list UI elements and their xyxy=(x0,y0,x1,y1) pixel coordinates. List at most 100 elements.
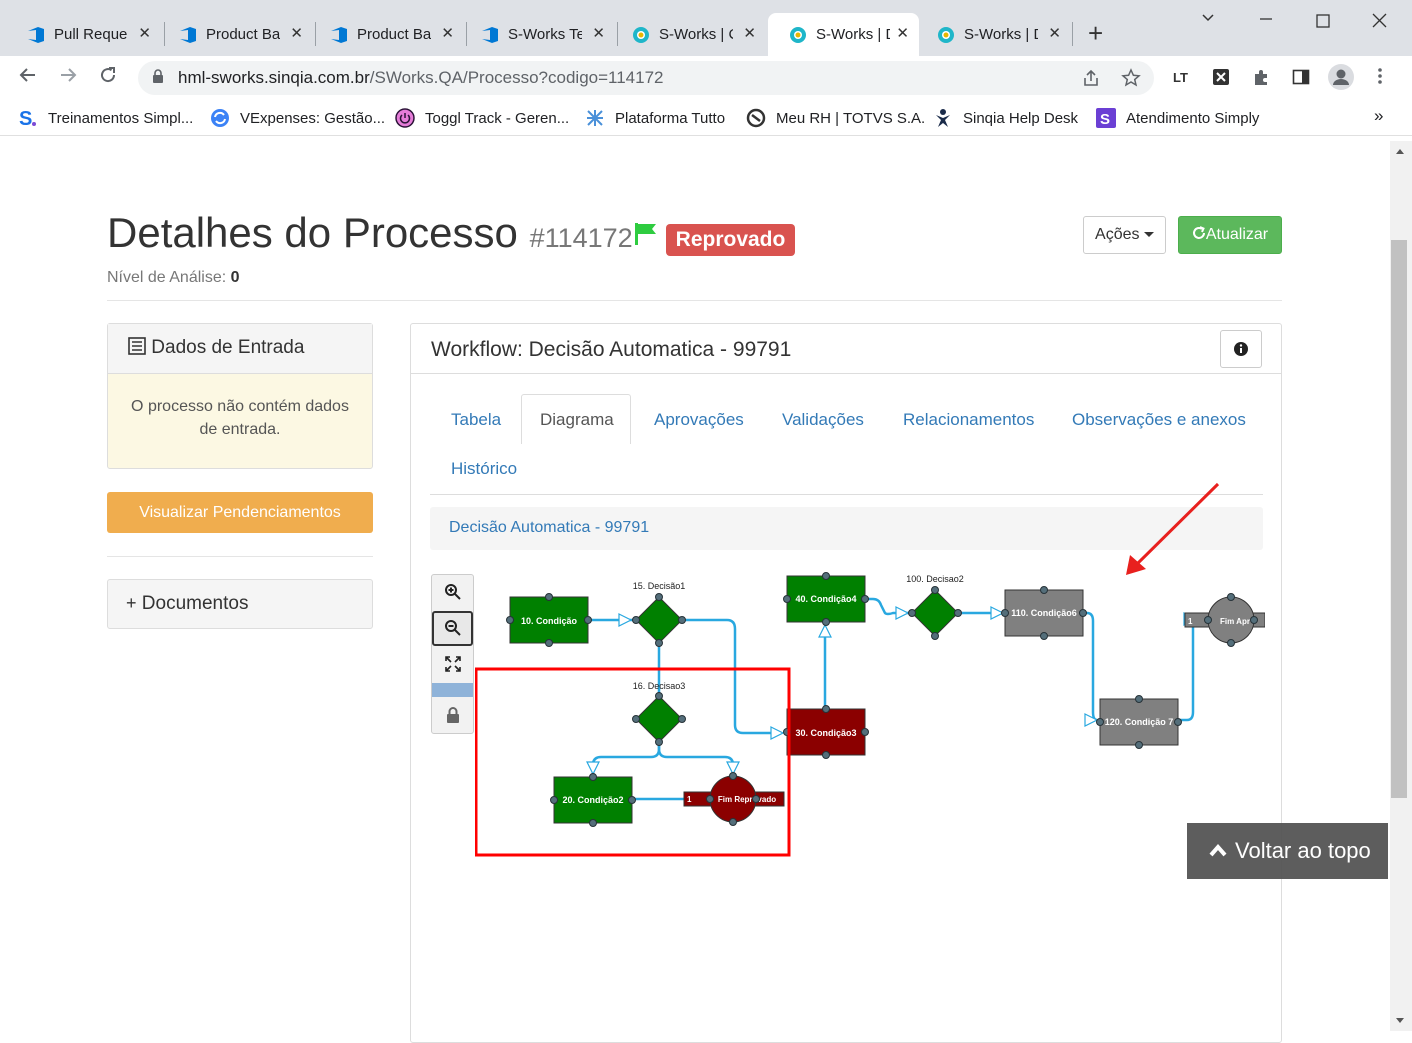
arrowhead xyxy=(586,761,600,776)
bookmark-star-icon[interactable] xyxy=(1121,68,1141,88)
new-tab-plus-icon[interactable]: + xyxy=(1088,20,1103,46)
atualizar-button[interactable]: Atualizar xyxy=(1178,216,1282,254)
extension-x-icon[interactable] xyxy=(1212,68,1230,91)
browser-toolbar: hml-sworks.sinqia.com.br/SWorks.QA/Proce… xyxy=(0,56,1412,100)
node-20-condicao2[interactable]: 20. Condição2 xyxy=(553,776,633,824)
arrowhead xyxy=(618,613,633,627)
scroll-up-arrow-icon[interactable] xyxy=(1395,147,1405,155)
side-panel-icon[interactable] xyxy=(1292,68,1310,91)
simply-square-icon: S xyxy=(1096,108,1116,128)
node-prefix: 1 xyxy=(1188,617,1193,626)
close-icon[interactable]: ✕ xyxy=(138,24,151,42)
azure-devops-icon xyxy=(180,26,196,43)
node-fim-reprovado[interactable]: 1 Fim Reprovado xyxy=(683,775,785,823)
close-icon[interactable]: ✕ xyxy=(592,24,605,42)
maximize-icon[interactable] xyxy=(1316,12,1330,33)
dados-entrada-title: Dados de Entrada xyxy=(151,337,305,358)
bookmarks-overflow[interactable]: » xyxy=(1374,106,1383,126)
url-text: hml-sworks.sinqia.com.br/SWorks.QA/Proce… xyxy=(178,68,664,88)
node-30-condicao3[interactable]: 30. Condição3 xyxy=(786,708,866,756)
tab-aprovacoes[interactable]: Aprovações xyxy=(654,410,744,430)
toolbar-separator xyxy=(432,683,473,697)
close-icon[interactable]: ✕ xyxy=(1048,24,1061,42)
acoes-label: Ações xyxy=(1095,226,1140,243)
close-icon[interactable]: ✕ xyxy=(743,24,756,42)
info-button[interactable] xyxy=(1220,330,1262,368)
edge-16-to-fim-reprovado xyxy=(657,739,735,774)
zoom-out-icon[interactable] xyxy=(432,611,473,646)
documentos-panel[interactable]: + Documentos xyxy=(107,579,373,629)
node-110-condicao6[interactable]: 110. Condição6 xyxy=(1004,589,1084,637)
scrollbar-thumb[interactable] xyxy=(1391,240,1407,798)
node-label: 30. Condição3 xyxy=(795,728,856,738)
bookmark-helpdesk[interactable]: Sinqia Help Desk xyxy=(933,108,1078,128)
workflow-breadcrumb-link[interactable]: Decisão Automatica - 99791 xyxy=(449,519,649,537)
plus-icon: + xyxy=(126,593,137,613)
tab-search-chevron-icon[interactable] xyxy=(1200,10,1216,31)
address-bar[interactable]: hml-sworks.sinqia.com.br/SWorks.QA/Proce… xyxy=(138,61,1154,95)
close-icon[interactable]: ✕ xyxy=(290,24,303,42)
share-icon[interactable] xyxy=(1082,69,1100,87)
voltar-ao-topo-button[interactable]: Voltar ao topo xyxy=(1187,823,1388,879)
tab-validacoes[interactable]: Validações xyxy=(782,410,864,430)
bookmark-label: Atendimento Simply xyxy=(1126,109,1260,127)
dados-entrada-panel: Dados de Entrada O processo não contém d… xyxy=(107,323,373,469)
browser-tab-3[interactable]: Product Ba ✕ xyxy=(309,13,464,56)
browser-tab-label: Product Ba xyxy=(206,26,280,43)
browser-tab-5[interactable]: S-Works | C ✕ xyxy=(611,13,766,56)
profile-avatar-icon[interactable] xyxy=(1328,64,1354,95)
kebab-menu-icon[interactable] xyxy=(1376,66,1384,91)
window-close-icon[interactable] xyxy=(1372,12,1387,33)
svg-text:S: S xyxy=(19,108,32,128)
dados-entrada-message: O processo não contém dados de entrada. xyxy=(131,398,349,438)
node-15-decisao1[interactable] xyxy=(635,596,683,644)
browser-tab-2[interactable]: Product Ba ✕ xyxy=(158,13,313,56)
node-10-condicao[interactable]: 10. Condição xyxy=(509,596,589,644)
minimize-icon[interactable] xyxy=(1258,8,1274,33)
tab-tabela[interactable]: Tabela xyxy=(451,410,501,430)
node-label: 10. Condição xyxy=(521,616,578,626)
close-icon[interactable]: ✕ xyxy=(896,24,909,42)
node-16-decisao3[interactable] xyxy=(635,695,683,743)
node-40-condicao4[interactable]: 40. Condição4 xyxy=(786,575,866,623)
bookmark-atendimento[interactable]: S Atendimento Simply xyxy=(1096,108,1259,128)
nivel-label: Nível de Análise: xyxy=(107,269,227,286)
lock-icon[interactable] xyxy=(432,697,473,732)
fit-screen-icon[interactable] xyxy=(432,647,473,682)
node-label-100: 100. Decisao2 xyxy=(906,574,964,584)
tutto-icon xyxy=(587,110,603,126)
browser-tab-6-active[interactable]: S-Works | D ✕ xyxy=(768,13,919,56)
divider xyxy=(107,556,373,557)
extension-lt-icon[interactable]: LT xyxy=(1172,69,1192,90)
voltar-label: Voltar ao topo xyxy=(1235,838,1371,863)
forward-arrow-icon[interactable] xyxy=(58,65,78,91)
browser-tab-4[interactable]: S-Works Te ✕ xyxy=(460,13,615,56)
bookmark-tutto[interactable]: Plataforma Tutto xyxy=(585,108,725,128)
bookmark-treinamentos[interactable]: S Treinamentos Simpl... xyxy=(18,108,193,128)
browser-tab-label: S-Works | C xyxy=(659,26,733,43)
tab-historico[interactable]: Histórico xyxy=(451,459,517,479)
page-title: Detalhes do Processo #114172 xyxy=(107,209,633,257)
reload-icon[interactable] xyxy=(98,65,118,91)
bookmark-vexpenses[interactable]: VExpenses: Gestão... xyxy=(210,108,385,128)
acoes-dropdown-button[interactable]: Ações xyxy=(1083,216,1166,254)
bookmark-toggl[interactable]: Toggl Track - Geren... xyxy=(395,108,569,128)
process-id: #114172 xyxy=(529,223,633,253)
node-100-decisao2[interactable] xyxy=(911,589,959,637)
close-icon[interactable]: ✕ xyxy=(441,24,454,42)
browser-tab-1[interactable]: Pull Reque ✕ xyxy=(6,13,161,56)
bookmark-meurh[interactable]: Meu RH | TOTVS S.A. xyxy=(746,108,925,128)
node-120-condicao7[interactable]: 120. Condição 7 xyxy=(1099,698,1179,746)
zoom-in-icon[interactable] xyxy=(432,575,473,610)
scroll-down-arrow-icon[interactable] xyxy=(1395,1017,1405,1025)
visualizar-pendenciamentos-button[interactable]: Visualizar Pendenciamentos xyxy=(107,492,373,533)
extensions-puzzle-icon[interactable] xyxy=(1252,68,1270,91)
back-arrow-icon[interactable] xyxy=(18,65,38,91)
tab-relacionamentos[interactable]: Relacionamentos xyxy=(903,410,1034,430)
tab-diagrama[interactable]: Diagrama xyxy=(521,394,631,444)
browser-tab-7[interactable]: S-Works | D ✕ xyxy=(916,13,1071,56)
browser-tab-label: S-Works Te xyxy=(508,26,582,43)
lock-icon[interactable] xyxy=(152,69,164,83)
tab-observacoes-anexos[interactable]: Observações e anexos xyxy=(1072,410,1246,430)
browser-tab-label: Pull Reque xyxy=(54,26,128,43)
